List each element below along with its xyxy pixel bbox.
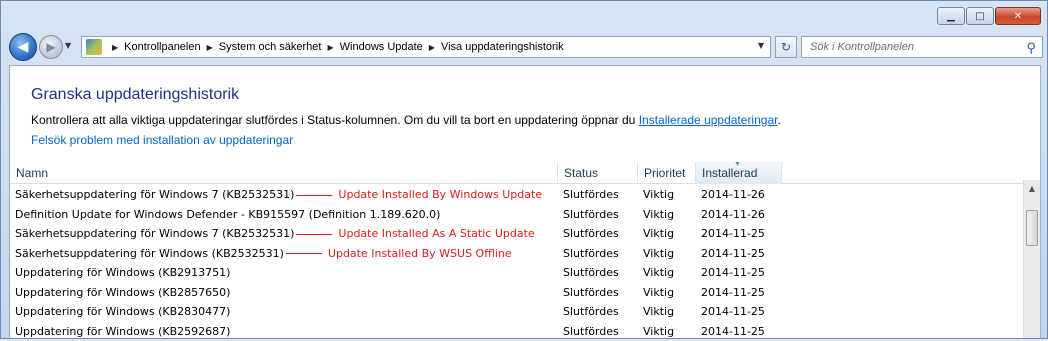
annotation-line: [296, 195, 332, 196]
column-header-priority[interactable]: Prioritet: [638, 162, 696, 184]
refresh-button[interactable]: ↻: [775, 36, 797, 58]
update-name: Uppdatering för Windows (KB2857650): [10, 286, 558, 299]
update-installed-date: 2014-11-25: [696, 227, 782, 240]
update-installed-date: 2014-11-26: [696, 208, 782, 221]
update-name: Uppdatering för Windows (KB2592687): [10, 325, 558, 338]
update-name-text: Uppdatering för Windows (KB2592687): [15, 325, 230, 338]
update-name: Säkerhetsuppdatering för Windows 7 (KB25…: [10, 188, 558, 201]
update-priority: Viktig: [638, 208, 696, 221]
update-status: Slutfördes: [558, 305, 638, 318]
breadcrumb: ▶ Kontrollpanelen ▶ System och säkerhet …: [106, 41, 564, 53]
column-header-name[interactable]: Namn: [10, 162, 558, 184]
table-row[interactable]: Säkerhetsuppdatering för Windows 7 (KB25…: [10, 185, 1028, 205]
update-installed-date: 2014-11-25: [696, 305, 782, 318]
annotation-line: [296, 234, 332, 235]
window: ▁ □ ✕ ◀ ▶ ▼ ▶ Kontrollpanelen ▶ System o…: [0, 0, 1048, 339]
update-name-text: Säkerhetsuppdatering för Windows (KB2532…: [15, 247, 284, 260]
annotation-text: Update Installed As A Static Update: [338, 227, 534, 240]
update-priority: Viktig: [638, 227, 696, 240]
search-placeholder: Sök i Kontrollpanelen: [810, 41, 914, 53]
update-priority: Viktig: [638, 188, 696, 201]
annotation-text: Update Installed By WSUS Offline: [328, 247, 512, 260]
update-installed-date: 2014-11-25: [696, 247, 782, 260]
update-installed-date: 2014-11-26: [696, 188, 782, 201]
update-status: Slutfördes: [558, 208, 638, 221]
annotation-line: [286, 253, 322, 254]
table-row[interactable]: Säkerhetsuppdatering för Windows 7 (KB25…: [10, 224, 1028, 244]
forward-button[interactable]: ▶: [39, 35, 63, 59]
update-priority: Viktig: [638, 305, 696, 318]
update-installed-date: 2014-11-25: [696, 325, 782, 338]
update-installed-date: 2014-11-25: [696, 266, 782, 279]
breadcrumb-separator-icon[interactable]: ▶: [112, 43, 118, 52]
sort-descending-icon: ▼: [734, 154, 741, 176]
update-priority: Viktig: [638, 325, 696, 338]
update-name: Uppdatering för Windows (KB2913751): [10, 266, 558, 279]
back-button[interactable]: ◀: [9, 33, 37, 61]
table-header: Namn Status Prioritet ▼ Installerad: [10, 162, 1040, 184]
update-installed-date: 2014-11-25: [696, 286, 782, 299]
update-name-text: Säkerhetsuppdatering för Windows 7 (KB25…: [15, 188, 294, 201]
address-bar[interactable]: ▶ Kontrollpanelen ▶ System och säkerhet …: [81, 36, 771, 58]
search-icon[interactable]: ⚲: [1026, 40, 1036, 56]
breadcrumb-item[interactable]: Visa uppdateringshistorik: [441, 41, 564, 53]
close-button[interactable]: ✕: [995, 7, 1041, 25]
update-priority: Viktig: [638, 266, 696, 279]
table-row[interactable]: Uppdatering för Windows (KB2830477) Slutf…: [10, 302, 1028, 322]
recent-pages-chevron-icon[interactable]: ▼: [65, 41, 71, 50]
breadcrumb-separator-icon[interactable]: ▶: [327, 43, 333, 52]
update-priority: Viktig: [638, 247, 696, 260]
update-name-text: Definition Update for Windows Defender -…: [15, 208, 440, 221]
vertical-scrollbar[interactable]: ▲: [1023, 180, 1040, 338]
update-name-text: Uppdatering för Windows (KB2913751): [15, 266, 230, 279]
update-name-text: Uppdatering för Windows (KB2830477): [15, 305, 230, 318]
main-content: Granska uppdateringshistorik Kontrollera…: [9, 65, 1041, 338]
breadcrumb-item[interactable]: System och säkerhet: [219, 41, 322, 53]
update-name: Definition Update for Windows Defender -…: [10, 208, 558, 221]
installed-updates-link[interactable]: Installerade uppdateringar: [639, 113, 778, 127]
maximize-button[interactable]: □: [966, 7, 994, 25]
breadcrumb-item[interactable]: Windows Update: [340, 41, 423, 53]
update-priority: Viktig: [638, 286, 696, 299]
address-dropdown-icon[interactable]: ▼: [758, 41, 764, 50]
update-name: Uppdatering för Windows (KB2830477): [10, 305, 558, 318]
annotation-text: Update Installed By Windows Update: [338, 188, 542, 201]
table-row[interactable]: Definition Update for Windows Defender -…: [10, 205, 1028, 225]
scroll-up-icon[interactable]: ▲: [1024, 180, 1040, 197]
scrollbar-thumb[interactable]: [1026, 210, 1038, 246]
update-name: Säkerhetsuppdatering för Windows (KB2532…: [10, 247, 558, 260]
update-name: Säkerhetsuppdatering för Windows 7 (KB25…: [10, 227, 558, 240]
update-list: Säkerhetsuppdatering för Windows 7 (KB25…: [10, 185, 1028, 341]
page-description: Kontrollera att alla viktiga uppdatering…: [31, 113, 781, 127]
column-header-installed[interactable]: ▼ Installerad: [696, 162, 782, 184]
caption-buttons: ▁ □ ✕: [936, 7, 1041, 25]
search-input[interactable]: Sök i Kontrollpanelen ⚲: [801, 36, 1043, 58]
minimize-button[interactable]: ▁: [937, 7, 965, 25]
troubleshoot-link[interactable]: Felsök problem med installation av uppda…: [31, 133, 293, 147]
update-status: Slutfördes: [558, 325, 638, 338]
control-panel-icon: [86, 39, 102, 55]
update-status: Slutfördes: [558, 247, 638, 260]
table-row[interactable]: Uppdatering för Windows (KB2913751) Slutf…: [10, 263, 1028, 283]
update-name-text: Uppdatering för Windows (KB2857650): [15, 286, 230, 299]
update-status: Slutfördes: [558, 227, 638, 240]
table-row[interactable]: Uppdatering för Windows (KB2857650) Slutf…: [10, 283, 1028, 303]
update-status: Slutfördes: [558, 266, 638, 279]
update-status: Slutfördes: [558, 188, 638, 201]
breadcrumb-separator-icon[interactable]: ▶: [207, 43, 213, 52]
update-name-text: Säkerhetsuppdatering för Windows 7 (KB25…: [15, 227, 294, 240]
breadcrumb-item[interactable]: Kontrollpanelen: [124, 41, 200, 53]
column-header-status[interactable]: Status: [558, 162, 638, 184]
navigation-bar: ◀ ▶ ▼ ▶ Kontrollpanelen ▶ System och säk…: [9, 35, 1041, 59]
page-title: Granska uppdateringshistorik: [31, 86, 239, 104]
table-row[interactable]: Uppdatering för Windows (KB2592687) Slutf…: [10, 322, 1028, 341]
update-status: Slutfördes: [558, 286, 638, 299]
breadcrumb-separator-icon[interactable]: ▶: [429, 43, 435, 52]
table-row[interactable]: Säkerhetsuppdatering för Windows (KB2532…: [10, 244, 1028, 264]
